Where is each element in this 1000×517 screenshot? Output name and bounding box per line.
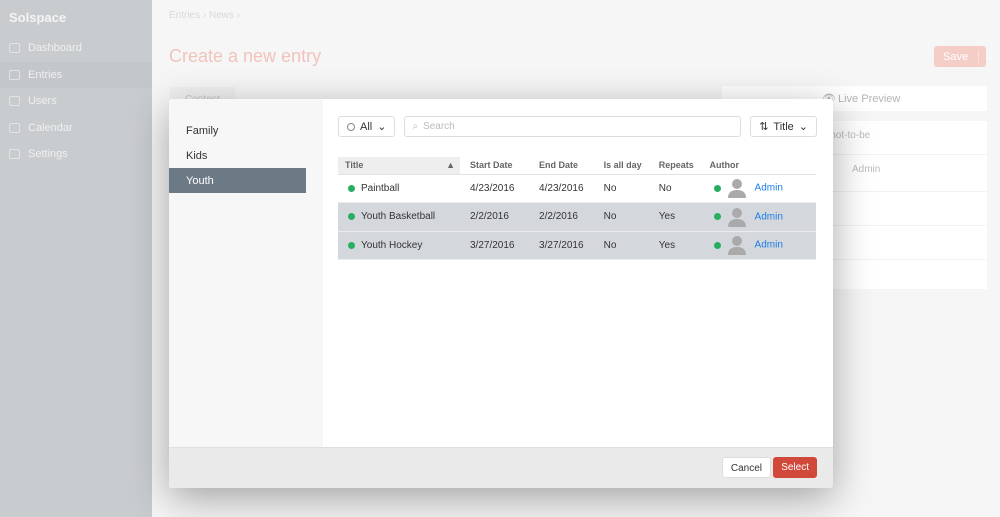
gear-icon: [9, 149, 20, 160]
author-status-dot: [713, 213, 721, 221]
entry-title: Youth Hockey: [361, 239, 423, 251]
entry-title: Youth Basketball: [361, 211, 436, 223]
save-button[interactable]: Save ⌄: [934, 46, 994, 67]
chevron-down-icon: ⌄: [798, 121, 808, 133]
column-start-date[interactable]: Start Date: [460, 157, 540, 175]
table-row[interactable]: Youth Basketball 2/2/2016 2/2/2016 No Ye…: [338, 202, 816, 232]
column-author[interactable]: Author: [709, 157, 816, 175]
column-all-day[interactable]: Is all day: [603, 157, 659, 175]
column-title[interactable]: Title ▲: [338, 157, 460, 175]
breadcrumb[interactable]: Entries › News ›: [169, 10, 240, 21]
save-label: Save: [943, 50, 969, 63]
search-icon: ⌕: [412, 121, 419, 132]
avatar: [727, 179, 746, 199]
label: Users: [28, 95, 57, 108]
author-link[interactable]: Admin: [755, 211, 783, 222]
cancel-button[interactable]: Cancel: [721, 457, 771, 478]
source-youth[interactable]: Youth: [169, 168, 306, 193]
sort-button[interactable]: ⇅ Title ⌄: [750, 116, 817, 137]
sidebar-item-entries[interactable]: Entries: [0, 61, 152, 88]
sort-asc-icon: ▲: [446, 160, 455, 171]
end-date: 2/2/2016: [539, 202, 604, 232]
modal-body: All ⌄ ⌕ Search ⇅ Title ⌄ Title ▲ Start Date E…: [323, 99, 833, 447]
sidebar-item-dashboard[interactable]: Dashboard: [0, 35, 152, 62]
start-date: 3/27/2016: [460, 231, 540, 260]
author-status-dot: [713, 184, 721, 192]
source-list: Family Kids Youth: [169, 99, 323, 447]
calendar-icon: [9, 122, 20, 133]
sidebar: Solspace Dashboard Entries Users Calenda…: [0, 0, 152, 517]
author-status-dot: [713, 241, 721, 249]
status-circle-icon: [347, 122, 355, 131]
status-dot: [348, 213, 355, 221]
all-day: No: [603, 202, 659, 232]
avatar: [727, 236, 746, 256]
search-input[interactable]: ⌕ Search: [404, 116, 742, 137]
sort-label: Title: [773, 120, 794, 133]
start-date: 4/23/2016: [460, 174, 540, 203]
label: Settings: [28, 148, 68, 161]
chevron-down-icon: ⌄: [377, 121, 387, 133]
table-row[interactable]: Paintball 4/23/2016 4/23/2016 No No Admi…: [338, 174, 816, 203]
source-family[interactable]: Family: [169, 118, 306, 143]
end-date: 4/23/2016: [539, 174, 604, 203]
element-selector-modal: Family Kids Youth All ⌄ ⌕ Search ⇅ Title ⌄ T…: [169, 99, 833, 488]
repeats: No: [658, 174, 710, 203]
sidebar-item-users[interactable]: Users: [0, 88, 152, 115]
status-dot: [348, 184, 355, 192]
sidebar-item-calendar[interactable]: Calendar: [0, 115, 152, 142]
brand: Solspace: [9, 10, 67, 25]
modal-footer: Cancel Select: [169, 447, 833, 488]
status-filter[interactable]: All ⌄: [338, 116, 396, 137]
start-date: 2/2/2016: [460, 202, 540, 232]
select-button[interactable]: Select: [773, 457, 817, 478]
end-date: 3/27/2016: [539, 231, 604, 260]
entries-table: Title ▲ Start Date End Date Is all day Re…: [338, 157, 816, 260]
all-day: No: [603, 231, 659, 260]
label: Entries: [28, 68, 63, 81]
search-placeholder: Search: [423, 121, 455, 132]
page-title: Create a new entry: [169, 46, 322, 66]
chevron-down-icon[interactable]: ⌄: [978, 50, 994, 63]
entry-title: Paintball: [361, 182, 400, 194]
all-day: No: [603, 174, 659, 203]
sort-icon: ⇅: [759, 121, 769, 133]
table-row[interactable]: Youth Hockey 3/27/2016 3/27/2016 No Yes …: [338, 231, 816, 260]
column-repeats[interactable]: Repeats: [658, 157, 710, 175]
status-dot: [348, 241, 355, 249]
column-end-date[interactable]: End Date: [539, 157, 604, 175]
label: Calendar: [28, 121, 73, 134]
entries-icon: [9, 69, 20, 80]
sidebar-item-settings[interactable]: Settings: [0, 141, 152, 168]
repeats: Yes: [658, 231, 710, 260]
users-icon: [9, 96, 20, 107]
dashboard-icon: [9, 43, 20, 54]
status-filter-label: All: [360, 120, 373, 133]
author-link[interactable]: Admin: [755, 240, 783, 251]
author-link[interactable]: Admin: [755, 183, 783, 194]
repeats: Yes: [658, 202, 710, 232]
live-preview-label: Live Preview: [838, 93, 901, 105]
source-kids[interactable]: Kids: [169, 143, 306, 168]
avatar: [727, 207, 746, 227]
label: Dashboard: [28, 42, 82, 55]
